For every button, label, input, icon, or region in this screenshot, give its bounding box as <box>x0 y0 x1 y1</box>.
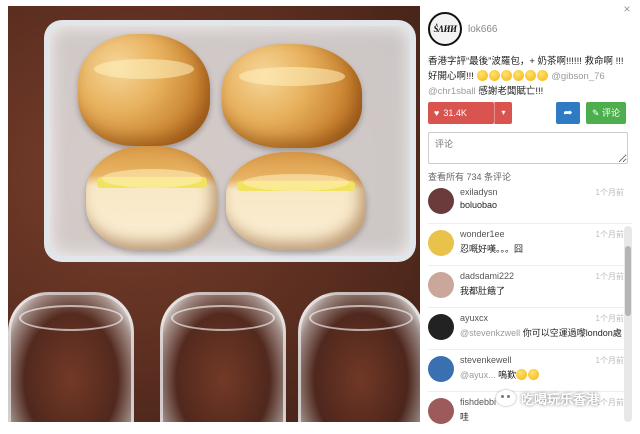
comment-text: @ayux... 嗚歎 <box>460 368 540 381</box>
drink-cup <box>8 292 134 422</box>
comments-scrollbar[interactable] <box>624 226 632 422</box>
pineapple-bun-cut <box>86 146 218 250</box>
comment-text-body: 嗚歎 <box>498 370 517 380</box>
comment-username[interactable]: wonder1ee <box>460 229 505 239</box>
emoji-icon <box>528 369 540 380</box>
comment-text: 哇 <box>460 410 469 423</box>
avatar[interactable] <box>428 356 454 382</box>
comment-item: exiladysn boluobao 1个月前 <box>428 182 632 224</box>
comment-text: boluobao <box>460 200 497 210</box>
scrollbar-thumb[interactable] <box>625 246 631 316</box>
like-count: 31.4K <box>443 108 467 118</box>
comment-username[interactable]: ayuxcx <box>460 313 488 323</box>
owner-avatar-text: ṠΛИИ <box>433 24 457 34</box>
chevron-down-icon[interactable]: ▾ <box>494 102 512 124</box>
comment-input[interactable] <box>428 132 628 164</box>
comment-text: @stevenkzwell 你可以空運過嚟london處 <box>460 326 622 339</box>
comment-item: dadsdami222 我都肚餓了 1个月前 <box>428 266 632 308</box>
watermark-text: 吃喝玩乐香港 <box>521 391 600 407</box>
caption-mention[interactable]: @gibson_76 <box>551 71 605 82</box>
comment-time: 1个月前 <box>595 230 624 239</box>
comment-time: 1个月前 <box>595 188 624 197</box>
emoji-icon <box>524 70 536 81</box>
comment-text-body: 哇 <box>460 412 470 422</box>
comment-mention[interactable]: @ayux... <box>460 370 496 380</box>
comment-text: 我都肚餓了 <box>460 284 505 297</box>
pineapple-bun <box>222 44 362 148</box>
watermark: 吃喝玩乐香港 <box>496 386 599 410</box>
avatar[interactable] <box>428 314 454 340</box>
pineapple-bun <box>78 34 210 146</box>
comment-time: 1个月前 <box>595 314 624 323</box>
drink-cup <box>160 292 286 422</box>
comment-item: ayuxcx @stevenkzwell 你可以空運過嚟london處 1个月前 <box>428 308 632 350</box>
emoji-icon <box>488 70 500 81</box>
like-button[interactable]: ♥ 31.4K <box>428 102 494 124</box>
comment-text-body: 你可以空運過嚟london處 <box>522 328 622 338</box>
caption-tail: 感謝老闆賦亡!!! <box>478 86 544 97</box>
comment-time: 1个月前 <box>595 356 624 365</box>
avatar[interactable] <box>428 398 454 424</box>
avatar[interactable] <box>428 230 454 256</box>
emoji-icon <box>500 70 512 81</box>
comment-text-body: 我都肚餓了 <box>460 286 506 296</box>
wechat-icon <box>496 390 516 406</box>
drink-cup <box>298 292 420 422</box>
owner-avatar[interactable]: ṠΛИИ <box>428 12 462 46</box>
avatar[interactable] <box>428 272 454 298</box>
comment-text-body: 忍嘅好嘆。。。囧 <box>460 244 524 254</box>
post-caption: 香港字評“最後”波羅包，+ 奶茶啊!!!!!! 救命啊 !!! 好開心啊!!! … <box>428 54 628 99</box>
emoji-icon <box>516 369 528 380</box>
post-photo <box>8 6 420 422</box>
comment-mention[interactable]: @stevenkzwell <box>460 328 520 338</box>
owner-name[interactable]: lok666 <box>468 24 497 35</box>
share-icon: ➦ <box>563 107 573 119</box>
comment-text-body: boluobao <box>460 200 498 210</box>
comment-icon: ✎ <box>591 108 600 118</box>
comment-item: wonder1ee 忍嘅好嘆。。。囧 1个月前 <box>428 224 632 266</box>
heart-icon: ♥ <box>434 108 440 118</box>
post-header: ṠΛИИ lok666 <box>428 12 628 48</box>
emoji-icon <box>476 70 488 81</box>
pineapple-bun-cut <box>226 152 366 250</box>
share-button[interactable]: ➦ <box>556 102 580 124</box>
comment-username[interactable]: fishdebbi <box>460 397 496 407</box>
comment-button[interactable]: ✎ 评论 <box>586 102 626 124</box>
emoji-icon <box>512 70 524 81</box>
comment-username[interactable]: stevenkewell <box>460 355 512 365</box>
post-side-panel: × ṠΛИИ lok666 香港字評“最後”波羅包，+ 奶茶啊!!!!!! 救命… <box>424 0 634 430</box>
post-actions: ♥ 31.4K ▾ ➦ ✎ 评论 <box>428 102 632 124</box>
comment-button-label: 评论 <box>602 108 621 118</box>
comment-username[interactable]: exiladysn <box>460 187 498 197</box>
emoji-icon <box>536 70 548 81</box>
avatar[interactable] <box>428 188 454 214</box>
comment-text: 忍嘅好嘆。。。囧 <box>460 242 523 255</box>
comment-time: 1个月前 <box>595 398 624 407</box>
caption-mention[interactable]: @chr1sball <box>428 86 476 97</box>
comment-time: 1个月前 <box>595 272 624 281</box>
comment-username[interactable]: dadsdami222 <box>460 271 514 281</box>
